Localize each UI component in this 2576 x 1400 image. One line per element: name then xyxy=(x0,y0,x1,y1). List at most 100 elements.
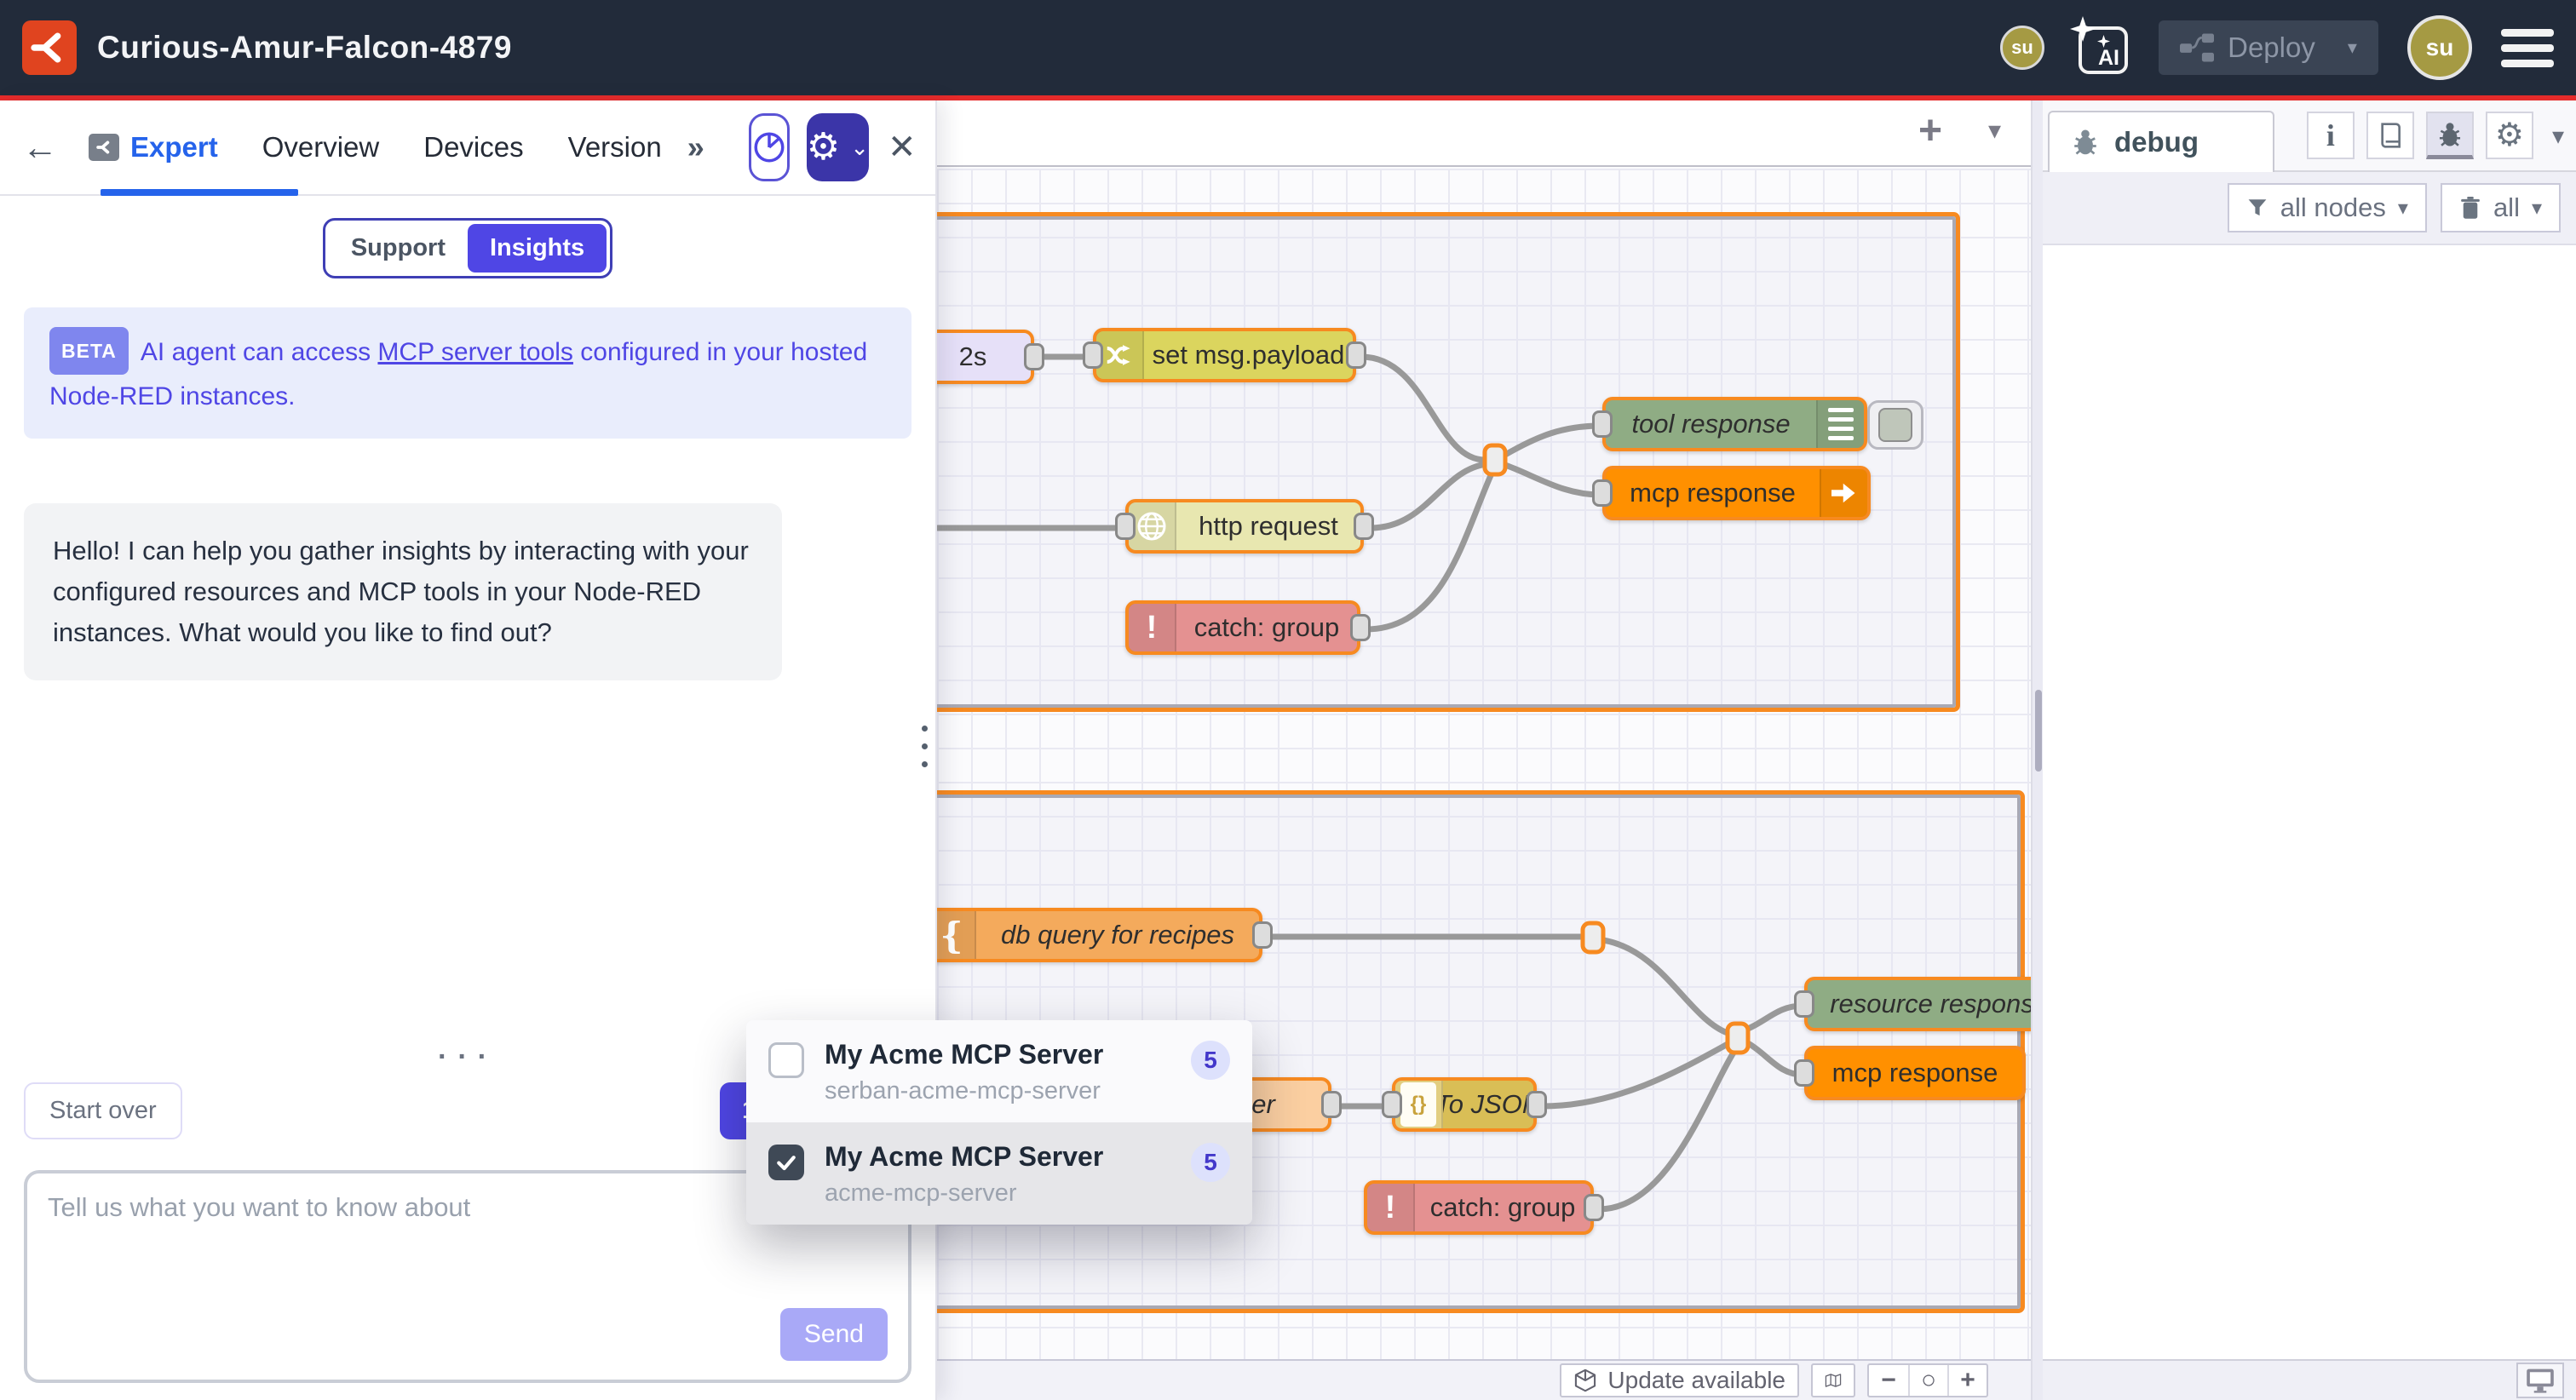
panel-divider[interactable] xyxy=(2031,100,2043,1400)
assistant-message: Hello! I can help you gather insights by… xyxy=(24,503,782,680)
link-node-indicator[interactable] xyxy=(1867,400,1923,450)
node-mcp-response-bottom[interactable]: mcp response xyxy=(1804,1046,2026,1100)
wire-junction[interactable] xyxy=(1728,1024,1748,1053)
input-port[interactable] xyxy=(1083,341,1103,369)
app-root: Curious-Amur-Falcon-4879 su AI Deploy ▾ … xyxy=(0,0,2576,1400)
node-change[interactable]: set msg.payload xyxy=(1093,328,1356,382)
toggle-insights[interactable]: Insights xyxy=(468,224,607,273)
input-port[interactable] xyxy=(1115,513,1136,540)
input-port[interactable] xyxy=(1592,410,1613,438)
back-arrow-icon[interactable]: ← xyxy=(22,127,58,168)
deploy-button[interactable]: Deploy ▾ xyxy=(2159,20,2378,75)
mcp-server-dropdown: My Acme MCP Server serban-acme-mcp-serve… xyxy=(746,1020,1252,1225)
start-over-button[interactable]: Start over xyxy=(24,1082,182,1139)
tab-expert[interactable]: Expert xyxy=(89,131,218,164)
node-catch-top[interactable]: ! catch: group xyxy=(1125,600,1360,655)
output-port[interactable] xyxy=(1354,513,1374,540)
output-port[interactable] xyxy=(1024,343,1044,370)
book-icon xyxy=(2378,122,2403,149)
node-http-request[interactable]: http request xyxy=(1125,499,1364,554)
node-to-json[interactable]: {} To JSON xyxy=(1392,1077,1537,1132)
mode-toggle: Support Insights xyxy=(323,218,612,278)
add-flow-button[interactable]: + xyxy=(1918,107,1942,154)
dropdown-item[interactable]: My Acme MCP Server serban-acme-mcp-serve… xyxy=(746,1020,1252,1122)
node-mcp-response-top[interactable]: mcp response xyxy=(1602,466,1871,520)
scrollbar-thumb[interactable] xyxy=(2035,690,2042,772)
mcp-server-tools-link[interactable]: MCP server tools xyxy=(377,338,573,366)
hamburger-menu-icon[interactable] xyxy=(2501,29,2554,67)
wire-junction[interactable] xyxy=(1485,445,1505,474)
dropdown-item[interactable]: My Acme MCP Server acme-mcp-server 5 xyxy=(746,1122,1252,1225)
info-tab-button[interactable]: i xyxy=(2307,112,2355,159)
sidebar-caret-icon[interactable]: ▾ xyxy=(2552,122,2564,150)
panel-resize-handle[interactable] xyxy=(922,726,928,767)
debug-tab-button[interactable] xyxy=(2426,112,2474,159)
checkbox-checked[interactable] xyxy=(768,1145,804,1180)
filter-nodes-button[interactable]: all nodes ▾ xyxy=(2228,183,2427,232)
debug-message-list[interactable] xyxy=(2043,245,2576,1359)
ai-assistant-icon[interactable]: AI xyxy=(2073,20,2130,76)
output-port[interactable] xyxy=(1527,1091,1547,1118)
node-template-db-query[interactable]: { db query for recipes xyxy=(937,908,1262,962)
assistant-settings-button[interactable]: ⚙ ⌄ xyxy=(807,113,869,181)
flow-list-caret-icon[interactable]: ▾ xyxy=(1988,116,2001,146)
output-port[interactable] xyxy=(1252,921,1273,949)
count-badge: 5 xyxy=(1191,1041,1230,1080)
node-delay[interactable]: 2s xyxy=(937,330,1034,384)
output-port[interactable] xyxy=(1584,1194,1604,1221)
trash-icon xyxy=(2459,196,2481,220)
open-in-window-button[interactable] xyxy=(2516,1363,2564,1398)
globe-icon xyxy=(1129,502,1176,550)
zoom-in-button[interactable]: + xyxy=(1947,1365,1987,1396)
list-icon xyxy=(1816,400,1864,448)
deploy-nodes-icon xyxy=(2180,33,2214,62)
gear-icon: ⚙ xyxy=(807,129,840,166)
output-port[interactable] xyxy=(1321,1091,1342,1118)
zoom-out-button[interactable]: − xyxy=(1869,1365,1908,1396)
zoom-reset-button[interactable]: ○ xyxy=(1908,1365,1947,1396)
beta-badge: BETA xyxy=(49,327,129,375)
check-icon xyxy=(774,1150,798,1174)
template-icon: { xyxy=(937,911,976,959)
checkbox-unchecked[interactable] xyxy=(768,1042,804,1078)
minimap-button[interactable] xyxy=(1811,1363,1855,1397)
update-available-button[interactable]: Update available xyxy=(1560,1363,1799,1397)
node-catch-bottom[interactable]: ! catch: group xyxy=(1364,1180,1594,1235)
bug-icon xyxy=(2070,127,2101,158)
input-port[interactable] xyxy=(1794,990,1814,1018)
bug-icon xyxy=(2435,120,2464,149)
node-link-out-tool-response[interactable]: tool response xyxy=(1602,397,1867,451)
help-tab-button[interactable] xyxy=(2366,112,2414,159)
toggle-support[interactable]: Support xyxy=(329,224,468,273)
settings-tab-button[interactable]: ⚙ xyxy=(2486,112,2533,159)
flowfuse-logo-icon[interactable] xyxy=(22,20,77,75)
tab-devices[interactable]: Devices xyxy=(423,131,523,164)
send-button[interactable]: Send xyxy=(780,1308,888,1361)
output-port[interactable] xyxy=(1346,341,1366,369)
arrow-right-icon xyxy=(1820,469,1867,517)
clear-messages-button[interactable]: all ▾ xyxy=(2441,183,2561,232)
input-port[interactable] xyxy=(1592,479,1613,507)
node-link-out-resource-response[interactable]: resource respons xyxy=(1804,977,2031,1031)
input-port[interactable] xyxy=(1382,1091,1402,1118)
tab-debug[interactable]: debug xyxy=(2048,111,2274,172)
user-avatar-small[interactable]: su xyxy=(2000,26,2044,70)
close-panel-icon[interactable]: ✕ xyxy=(888,128,917,167)
input-port[interactable] xyxy=(1794,1059,1814,1087)
user-avatar-large[interactable]: su xyxy=(2407,15,2472,80)
tab-version[interactable]: Version xyxy=(568,131,662,164)
header-actions: su AI Deploy ▾ su xyxy=(2000,15,2554,80)
assistant-tab-bar: ← Expert Overview Devices Version » ⚙ xyxy=(0,100,935,196)
caret-down-icon: ▾ xyxy=(2398,196,2408,221)
chevron-down-icon: ⌄ xyxy=(850,135,869,161)
wire-junction[interactable] xyxy=(1583,923,1603,952)
insights-chart-button[interactable] xyxy=(749,113,790,181)
more-tabs-icon[interactable]: » xyxy=(687,129,704,165)
debug-sidebar: debug i ⚙ ▾ all nodes xyxy=(2043,100,2576,1400)
assistant-body: Support Insights BETAAI agent can access… xyxy=(0,196,935,1041)
output-port[interactable] xyxy=(1350,614,1371,641)
tab-overview[interactable]: Overview xyxy=(262,131,380,164)
cube-icon xyxy=(1573,1368,1597,1392)
message-input[interactable] xyxy=(48,1192,772,1320)
deploy-caret-icon[interactable]: ▾ xyxy=(2348,37,2357,59)
